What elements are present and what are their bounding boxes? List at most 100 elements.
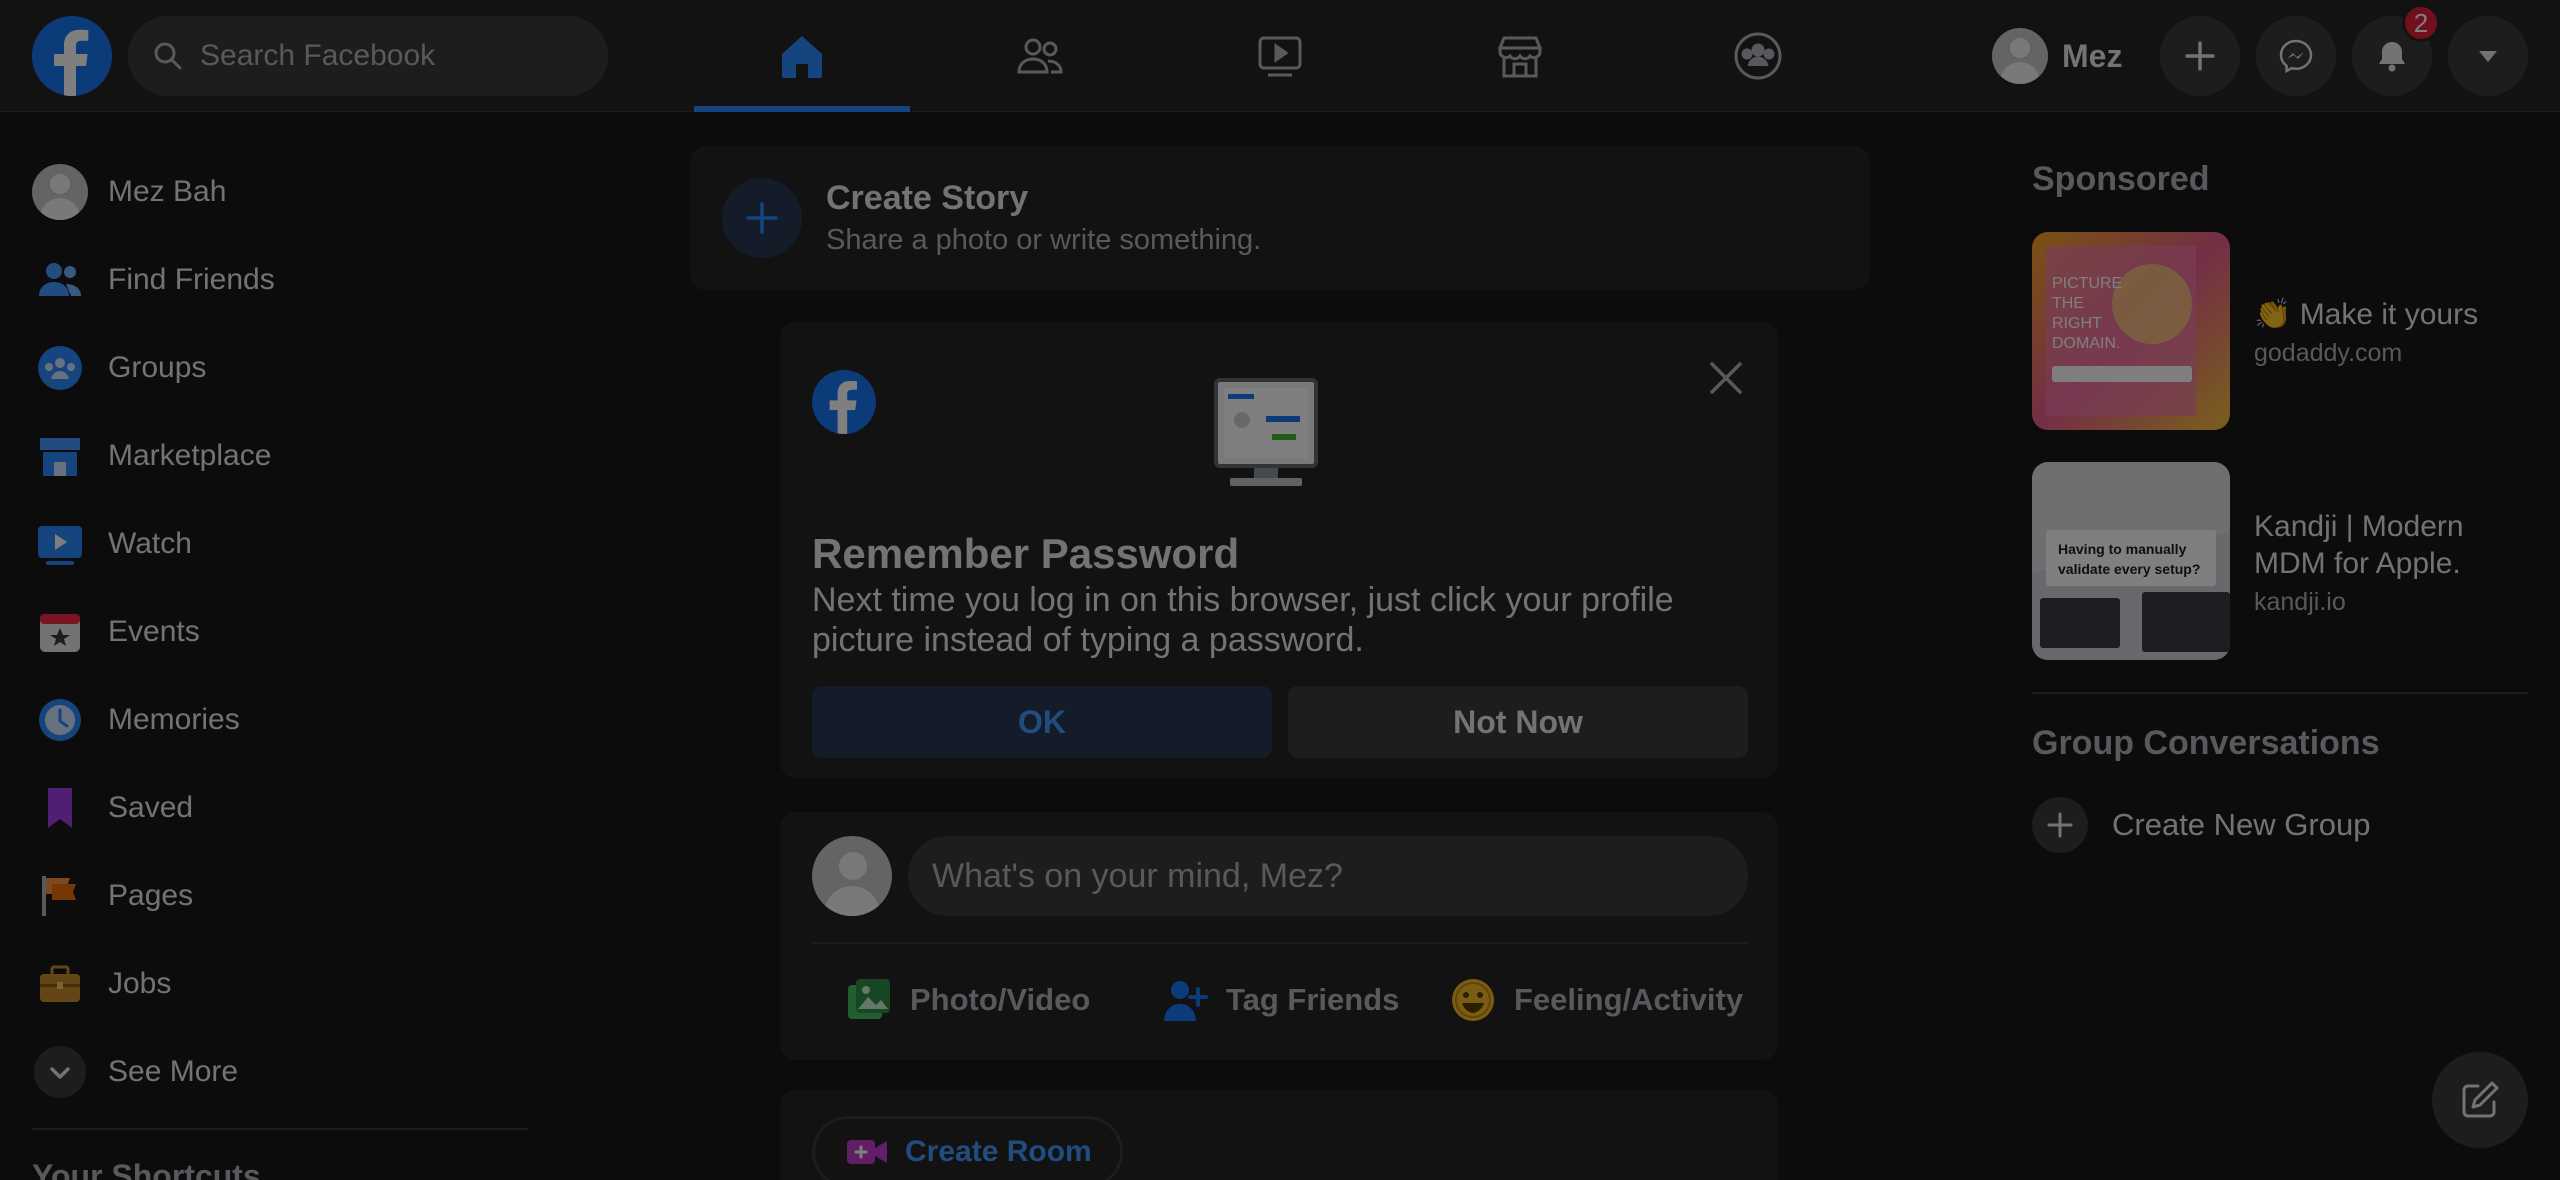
facebook-logo-icon [812,370,876,434]
groups-icon [32,340,88,396]
messenger-button[interactable] [2256,16,2336,96]
sidebar-item-profile[interactable]: Mez Bah [16,148,556,236]
search-input[interactable] [200,39,580,73]
search-icon [154,42,182,70]
groups-icon [1734,32,1782,80]
friends-icon [32,252,88,308]
post-composer: Photo/Video Tag Friends Feeling/Activity [780,812,1778,1060]
new-message-button[interactable] [2432,1052,2528,1148]
plus-icon [2185,41,2215,71]
compose-icon [2462,1081,2499,1118]
tag-friends-button[interactable]: Tag Friends [1160,960,1399,1040]
avatar[interactable] [812,836,892,916]
sidebar-item-label: Memories [108,703,240,736]
sidebar-divider [32,1128,528,1130]
svg-text:DOMAIN.: DOMAIN. [2052,335,2120,352]
story-subtitle: Share a photo or write something. [826,224,1262,256]
sidebar-item-memories[interactable]: Memories [16,676,556,764]
sponsored-ad-godaddy[interactable]: PICTURE THE RIGHT DOMAIN. 👏 Make it your… [2032,232,2532,432]
tab-home[interactable] [694,0,910,112]
home-icon [782,36,822,78]
sponsored-ad-kandji[interactable]: Having to manually validate every setup?… [2032,462,2532,662]
create-button[interactable] [2160,16,2240,96]
sidebar-item-watch[interactable]: Watch [16,500,556,588]
post-input[interactable] [908,836,1748,916]
notification-badge: 2 [2402,4,2440,42]
profile-avatar-wrap [32,164,88,220]
ad-domain: kandji.io [2254,587,2346,616]
plus-icon [2032,797,2088,853]
sidebar-item-label: Mez Bah [108,175,227,208]
profile-name: Mez [2062,37,2123,74]
plus-icon [722,178,802,258]
messenger-icon [2279,39,2313,74]
photo-icon [848,979,890,1019]
watch-icon [32,516,88,572]
not-now-button[interactable]: Not Now [1288,686,1748,758]
story-title: Create Story [826,179,1029,217]
svg-text:RIGHT: RIGHT [2052,315,2102,332]
close-button[interactable] [1702,354,1750,402]
facebook-logo-icon[interactable] [32,16,112,96]
action-label: Tag Friends [1226,982,1400,1017]
account-menu-button[interactable] [2448,16,2528,96]
shortcuts-heading: Your Shortcuts [32,1158,261,1180]
search-bar[interactable] [128,16,608,96]
avatar [1992,28,2048,84]
create-room-label: Create Room [905,1135,1092,1168]
feeling-activity-button[interactable]: Feeling/Activity [1448,960,1743,1040]
ad-domain: godaddy.com [2254,339,2403,367]
remember-password-card: Remember Password Next time you log in o… [780,322,1778,778]
right-divider [2032,692,2528,694]
pages-icon [32,868,88,924]
sidebar-item-label: Groups [108,351,207,384]
svg-text:THE: THE [2052,295,2084,312]
svg-text:Having to manually: Having to manually [2058,541,2187,557]
sidebar-item-label: Watch [108,527,192,560]
create-new-group-button[interactable]: Create New Group [2032,796,2370,854]
bell-icon [2379,42,2405,72]
composer-divider [812,942,1748,944]
ad-title: Kandji | Modern MDM for Apple. [2254,509,2464,580]
friends-icon [1017,38,1063,74]
marketplace-icon [32,428,88,484]
sidebar-item-label: Saved [108,791,194,824]
smiley-icon [1452,979,1494,1021]
tab-watch[interactable] [1172,0,1388,112]
create-story-card[interactable]: Create Story Share a photo or write some… [690,146,1870,290]
create-room-button[interactable]: Create Room [812,1116,1123,1180]
photo-video-button[interactable]: Photo/Video [844,960,1090,1040]
action-label: Feeling/Activity [1514,982,1744,1017]
sidebar-item-label: Marketplace [108,439,272,472]
sidebar-item-groups[interactable]: Groups [16,324,556,412]
rooms-card: Create Room [780,1090,1778,1180]
ad-image: PICTURE THE RIGHT DOMAIN. [2032,232,2230,430]
sidebar-item-label: Events [108,615,200,648]
sidebar-item-see-more[interactable]: See More [16,1028,556,1116]
sidebar-item-label: See More [108,1055,239,1088]
sidebar-item-find-friends[interactable]: Find Friends [16,236,556,324]
tag-friends-icon [1164,981,1208,1021]
tab-friends[interactable] [932,0,1148,112]
saved-icon [32,780,88,836]
avatar [32,164,88,220]
ad-image: Having to manually validate every setup? [2032,462,2230,660]
sidebar-item-saved[interactable]: Saved [16,764,556,852]
sponsored-heading: Sponsored [2032,160,2210,198]
profile-chip[interactable]: Mez [1984,22,2140,90]
tab-groups[interactable] [1650,0,1866,112]
tab-marketplace[interactable] [1412,0,1628,112]
chevron-down-icon [32,1044,88,1100]
watch-icon [1258,36,1302,77]
memories-icon [32,692,88,748]
ok-button[interactable]: OK [812,686,1272,758]
close-icon [1710,362,1742,394]
sidebar-item-pages[interactable]: Pages [16,852,556,940]
sidebar-item-events[interactable]: Events [16,588,556,676]
caret-down-icon [2479,51,2497,62]
sidebar-item-marketplace[interactable]: Marketplace [16,412,556,500]
sidebar-item-jobs[interactable]: Jobs [16,940,556,1028]
ad-title: 👏 Make it yours [2254,298,2479,331]
group-conversations-heading: Group Conversations [2032,724,2380,762]
facebook-home: Mez 2 Mez Bah Find Friends [0,0,2560,1180]
